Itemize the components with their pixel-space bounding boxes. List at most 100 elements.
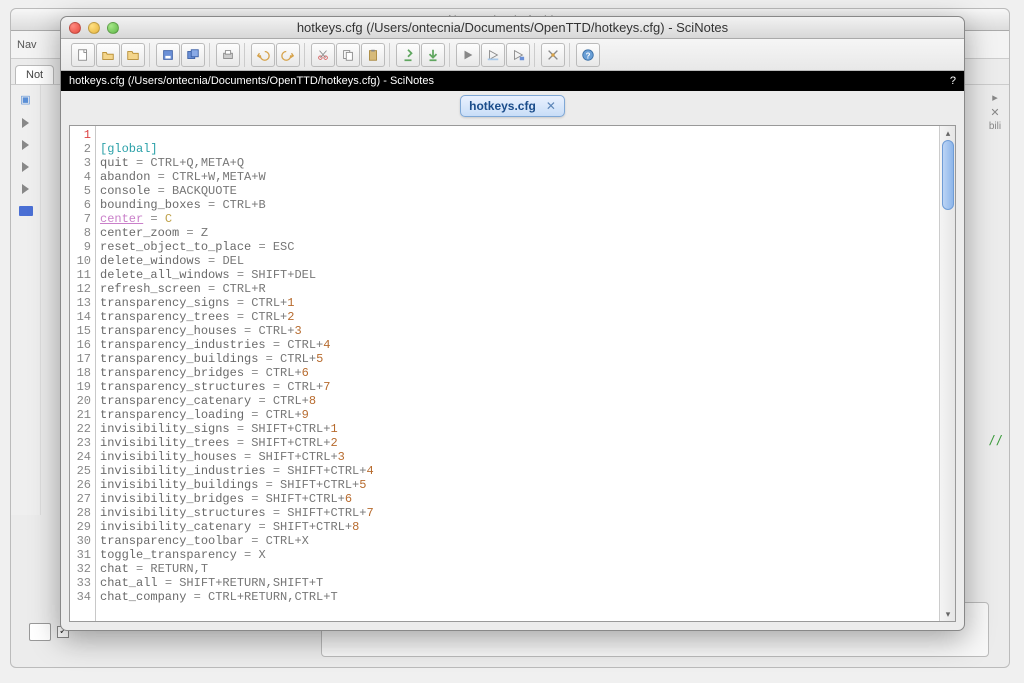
line-number: 32 [70,562,91,576]
line-number: 29 [70,520,91,534]
scroll-up-button[interactable]: ▴ [940,126,956,140]
bg-nav-label: Nav [17,39,37,51]
window-title: hotkeys.cfg (/Users/ontecnia/Documents/O… [61,20,964,35]
line-number: 26 [70,478,91,492]
code-line[interactable]: invisibility_structures = SHIFT+CTRL+7 [100,506,935,520]
paste-button[interactable] [361,43,385,67]
help-indicator[interactable]: ? [950,75,956,87]
code-line[interactable]: toggle_transparency = X [100,548,935,562]
code-line[interactable]: reset_object_to_place = ESC [100,240,935,254]
expand-icon[interactable] [22,140,29,150]
line-number: 28 [70,506,91,520]
line-number: 14 [70,310,91,324]
code-line[interactable]: transparency_trees = CTRL+2 [100,310,935,324]
filter-icon[interactable] [29,623,51,641]
expand-icon[interactable]: ▸ [985,91,1005,104]
minimize-window-button[interactable] [88,22,100,34]
code-line[interactable]: invisibility_signs = SHIFT+CTRL+1 [100,422,935,436]
code-line[interactable]: chat_all = SHIFT+RETURN,SHIFT+T [100,576,935,590]
code-line[interactable]: transparency_structures = CTRL+7 [100,380,935,394]
settings-button[interactable] [541,43,565,67]
file-tab[interactable]: hotkeys.cfg ✕ [460,95,565,117]
selected-item-indicator [19,206,33,216]
code-line[interactable] [100,128,935,142]
line-number: 10 [70,254,91,268]
code-content[interactable]: [global]quit = CTRL+Q,META+Qabandon = CT… [96,126,939,621]
code-line[interactable]: transparency_signs = CTRL+1 [100,296,935,310]
code-line[interactable]: invisibility_industries = SHIFT+CTRL+4 [100,464,935,478]
bg-tab-nom[interactable]: Not [15,65,54,84]
replace-button[interactable] [421,43,445,67]
code-line[interactable]: delete_all_windows = SHIFT+DEL [100,268,935,282]
code-line[interactable]: transparency_industries = CTRL+4 [100,338,935,352]
close-icon[interactable]: ✕ [985,106,1005,119]
line-number: 1 [70,128,91,142]
code-line[interactable]: quit = CTRL+Q,META+Q [100,156,935,170]
code-line[interactable]: invisibility_houses = SHIFT+CTRL+3 [100,450,935,464]
line-number: 21 [70,408,91,422]
line-number: 16 [70,338,91,352]
expand-icon[interactable] [22,118,29,128]
code-line[interactable]: refresh_screen = CTRL+R [100,282,935,296]
code-line[interactable]: center_zoom = Z [100,226,935,240]
expand-icon[interactable] [22,184,29,194]
line-number: 25 [70,464,91,478]
folder-icon: ▣ [20,93,30,106]
line-number: 9 [70,240,91,254]
expand-icon[interactable] [22,162,29,172]
document-path: hotkeys.cfg (/Users/ontecnia/Documents/O… [69,75,434,87]
run-save-button[interactable] [506,43,530,67]
code-line[interactable]: invisibility_buildings = SHIFT+CTRL+5 [100,478,935,492]
scroll-thumb[interactable] [942,140,954,210]
scroll-down-button[interactable]: ▾ [940,607,956,621]
file-tab-label: hotkeys.cfg [469,99,536,113]
save-as-button[interactable] [181,43,205,67]
line-number-gutter: 1234567891011121314151617181920212223242… [70,126,96,621]
help-button[interactable]: ? [576,43,600,67]
close-window-button[interactable] [69,22,81,34]
code-line[interactable]: invisibility_trees = SHIFT+CTRL+2 [100,436,935,450]
line-number: 8 [70,226,91,240]
bg-right-controls: ▸ ✕ bili [985,89,1005,134]
document-path-bar: hotkeys.cfg (/Users/ontecnia/Documents/O… [61,71,964,91]
open-file-button[interactable] [96,43,120,67]
code-line[interactable]: transparency_bridges = CTRL+6 [100,366,935,380]
titlebar[interactable]: hotkeys.cfg (/Users/ontecnia/Documents/O… [61,17,964,39]
close-tab-button[interactable]: ✕ [546,99,556,113]
code-line[interactable]: [global] [100,142,935,156]
bg-sidebar: ▣ [11,85,41,515]
tab-area: hotkeys.cfg ✕ [61,91,964,121]
line-number: 11 [70,268,91,282]
new-file-button[interactable] [71,43,95,67]
run-selection-button[interactable] [481,43,505,67]
toolbar: ? [61,39,964,71]
code-line[interactable]: invisibility_catenary = SHIFT+CTRL+8 [100,520,935,534]
code-line[interactable]: chat = RETURN,T [100,562,935,576]
editor[interactable]: 1234567891011121314151617181920212223242… [69,125,956,622]
print-button[interactable] [216,43,240,67]
undo-button[interactable] [251,43,275,67]
code-line[interactable]: delete_windows = DEL [100,254,935,268]
open-folder-button[interactable] [121,43,145,67]
zoom-window-button[interactable] [107,22,119,34]
code-line[interactable]: abandon = CTRL+W,META+W [100,170,935,184]
cut-button[interactable] [311,43,335,67]
code-line[interactable]: invisibility_bridges = SHIFT+CTRL+6 [100,492,935,506]
code-line[interactable]: bounding_boxes = CTRL+B [100,198,935,212]
copy-button[interactable] [336,43,360,67]
code-line[interactable]: center = C [100,212,935,226]
code-line[interactable]: transparency_toolbar = CTRL+X [100,534,935,548]
code-line[interactable]: transparency_loading = CTRL+9 [100,408,935,422]
code-line[interactable]: transparency_catenary = CTRL+8 [100,394,935,408]
code-line[interactable]: console = BACKQUOTE [100,184,935,198]
line-number: 18 [70,366,91,380]
redo-button[interactable] [276,43,300,67]
code-line[interactable]: chat_company = CTRL+RETURN,CTRL+T [100,590,935,604]
find-button[interactable] [396,43,420,67]
save-button[interactable] [156,43,180,67]
scinotes-window: hotkeys.cfg (/Users/ontecnia/Documents/O… [60,16,965,631]
code-line[interactable]: transparency_buildings = CTRL+5 [100,352,935,366]
vertical-scrollbar[interactable]: ▴ ▾ [939,126,955,621]
run-button[interactable] [456,43,480,67]
code-line[interactable]: transparency_houses = CTRL+3 [100,324,935,338]
